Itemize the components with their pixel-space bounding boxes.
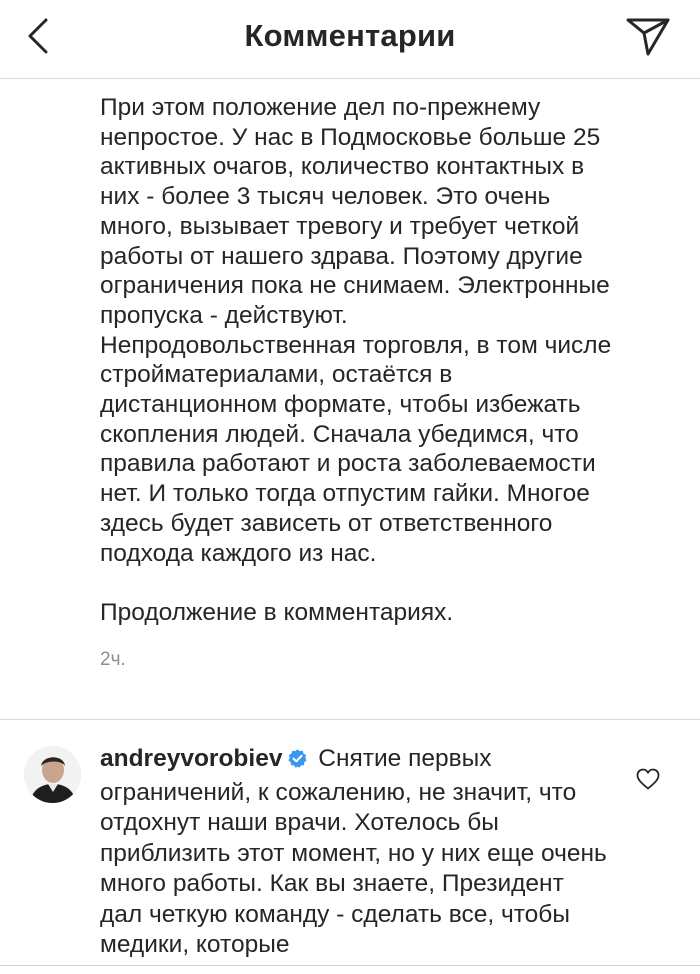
header-bar: Комментарии	[0, 0, 700, 79]
verified-badge-icon	[287, 747, 308, 778]
heart-outline-icon	[636, 768, 660, 795]
caption-continuation: Продолжение в комментариях.	[100, 599, 454, 627]
bottom-divider	[0, 965, 700, 966]
like-button[interactable]	[634, 768, 662, 794]
comment-item: andreyvorobiev Снятие первых ограничений…	[0, 720, 700, 974]
comment-text: Снятие первых ограничений, к сожалению, …	[100, 745, 607, 958]
comments-screen: Комментарии При этом положение дел по-пр…	[0, 0, 700, 974]
caption-timestamp: 2ч.	[100, 648, 126, 670]
paper-plane-icon	[625, 16, 671, 61]
comment-username[interactable]: andreyvorobiev	[100, 745, 282, 772]
page-title: Комментарии	[244, 18, 456, 53]
share-button[interactable]	[622, 14, 674, 62]
caption-text: При этом положение дел по-прежнему непро…	[100, 94, 612, 567]
post-caption: При этом положение дел по-прежнему непро…	[100, 93, 680, 671]
comment-body: andreyvorobiev Снятие первых ограничений…	[100, 744, 610, 961]
avatar[interactable]	[24, 746, 81, 803]
